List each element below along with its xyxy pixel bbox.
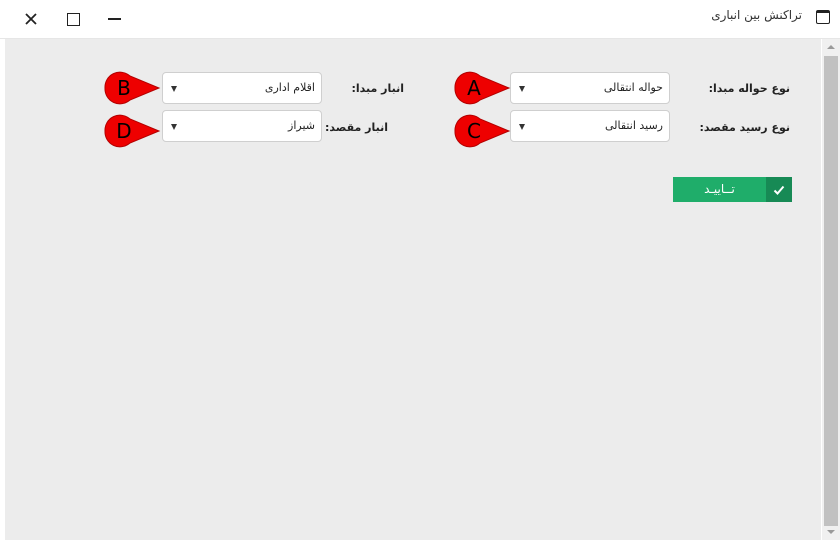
dest-doc-type-label: نوع رسید مقصد: [699, 121, 790, 134]
close-icon [25, 13, 37, 25]
source-doc-type-value: حواله انتقالی [603, 81, 663, 94]
dest-warehouse-select[interactable]: شیراز [162, 110, 322, 142]
marker-b-letter: B [117, 76, 131, 100]
annotation-marker-b: B [104, 71, 161, 105]
chevron-down-icon [171, 124, 177, 130]
annotation-marker-c: C [454, 114, 511, 148]
dest-warehouse-value: شیراز [288, 119, 315, 132]
chevron-down-icon [519, 86, 525, 92]
dest-doc-type-select[interactable]: رسید انتقالی [510, 110, 670, 142]
maximize-button[interactable] [62, 8, 84, 30]
source-warehouse-value: اقلام اداری [264, 81, 315, 94]
source-warehouse-select[interactable]: اقلام اداری [162, 72, 322, 104]
confirm-check-area [766, 177, 792, 202]
minimize-icon [108, 18, 121, 20]
confirm-button-label: تــاییـد [704, 182, 735, 196]
annotation-marker-d: D [104, 114, 161, 148]
title-bar: تراکنش بین انباری [0, 0, 840, 39]
marker-d-letter: D [116, 119, 131, 143]
check-icon [773, 185, 785, 195]
maximize-icon [67, 13, 80, 26]
annotation-marker-a: A [454, 71, 511, 105]
chevron-down-icon [519, 124, 525, 130]
window-title: تراکنش بین انباری [711, 8, 802, 22]
source-doc-type-select[interactable]: حواله انتقالی [510, 72, 670, 104]
scrollbar-thumb[interactable] [824, 56, 838, 526]
vertical-scrollbar[interactable] [822, 39, 840, 540]
source-doc-type-label: نوع حواله مبدا: [708, 82, 790, 95]
window-icon [816, 10, 830, 24]
minimize-button[interactable] [104, 8, 126, 30]
dest-doc-type-value: رسید انتقالی [605, 119, 663, 132]
chevron-down-icon [171, 86, 177, 92]
scroll-up-icon[interactable] [827, 45, 835, 49]
scroll-down-icon[interactable] [827, 530, 835, 534]
confirm-button[interactable]: تــاییـد [673, 177, 792, 202]
marker-a-letter: A [467, 76, 481, 100]
close-button[interactable] [20, 8, 42, 30]
marker-c-letter: C [467, 119, 481, 143]
